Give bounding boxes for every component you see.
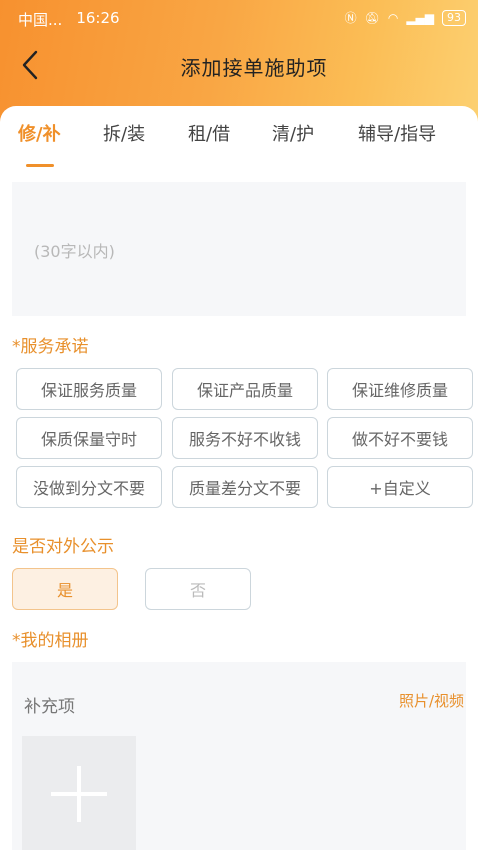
- content-card: 修/补 拆/装 租/借 清/护 辅导/指导 (30字以内) *服务承诺 保证服务…: [0, 106, 478, 850]
- nfc-icon: Ⓝ: [344, 11, 357, 25]
- album-section: 补充项 照片/视频: [12, 662, 466, 850]
- promise-option[interactable]: 保证产品质量: [172, 368, 318, 410]
- tab-install[interactable]: 拆/装: [103, 120, 145, 146]
- category-tabs: 修/补 拆/装 租/借 清/护 辅导/指导: [0, 120, 478, 167]
- tab-repair[interactable]: 修/补: [18, 120, 61, 146]
- media-type-label[interactable]: 照片/视频: [399, 690, 464, 711]
- promise-option[interactable]: 保证维修质量: [327, 368, 473, 410]
- service-promise-label: *服务承诺: [12, 337, 89, 357]
- signal-icon: ▂▄▆: [406, 10, 434, 25]
- promise-option[interactable]: 保质保量守时: [16, 417, 162, 459]
- promise-option[interactable]: 做不好不要钱: [327, 417, 473, 459]
- public-yes-button[interactable]: 是: [12, 568, 118, 610]
- supplement-label: 补充项: [24, 697, 75, 717]
- public-no-button[interactable]: 否: [145, 568, 251, 610]
- add-media-button[interactable]: [22, 736, 136, 850]
- promise-option[interactable]: 没做到分文不要: [16, 466, 162, 508]
- status-bar: 中国... 16:26 Ⓝ 🔕︎ ◠ ▂▄▆ 93: [0, 0, 478, 34]
- mute-icon: 🔕︎: [364, 10, 380, 25]
- custom-promise-button[interactable]: +自定义: [327, 466, 473, 508]
- tab-rent[interactable]: 租/借: [188, 120, 230, 146]
- album-label: *我的相册: [12, 631, 89, 651]
- public-label: 是否对外公示: [12, 537, 114, 557]
- tab-guidance[interactable]: 辅导/指导: [358, 120, 436, 146]
- battery-icon: 93: [442, 9, 466, 26]
- plus-icon: [51, 766, 107, 822]
- carrier-text: 中国...: [18, 11, 63, 29]
- wifi-icon: ◠: [387, 10, 399, 25]
- description-input[interactable]: (30字以内): [12, 182, 466, 316]
- tab-clean[interactable]: 清/护: [272, 120, 314, 146]
- clock-text: 16:26: [76, 9, 120, 27]
- description-placeholder: (30字以内): [34, 242, 115, 261]
- active-tab-indicator: [26, 164, 54, 167]
- promise-option[interactable]: 服务不好不收钱: [172, 417, 318, 459]
- promise-option[interactable]: 质量差分文不要: [172, 466, 318, 508]
- promise-option[interactable]: 保证服务质量: [16, 368, 162, 410]
- page-title: 添加接单施助项: [180, 56, 328, 80]
